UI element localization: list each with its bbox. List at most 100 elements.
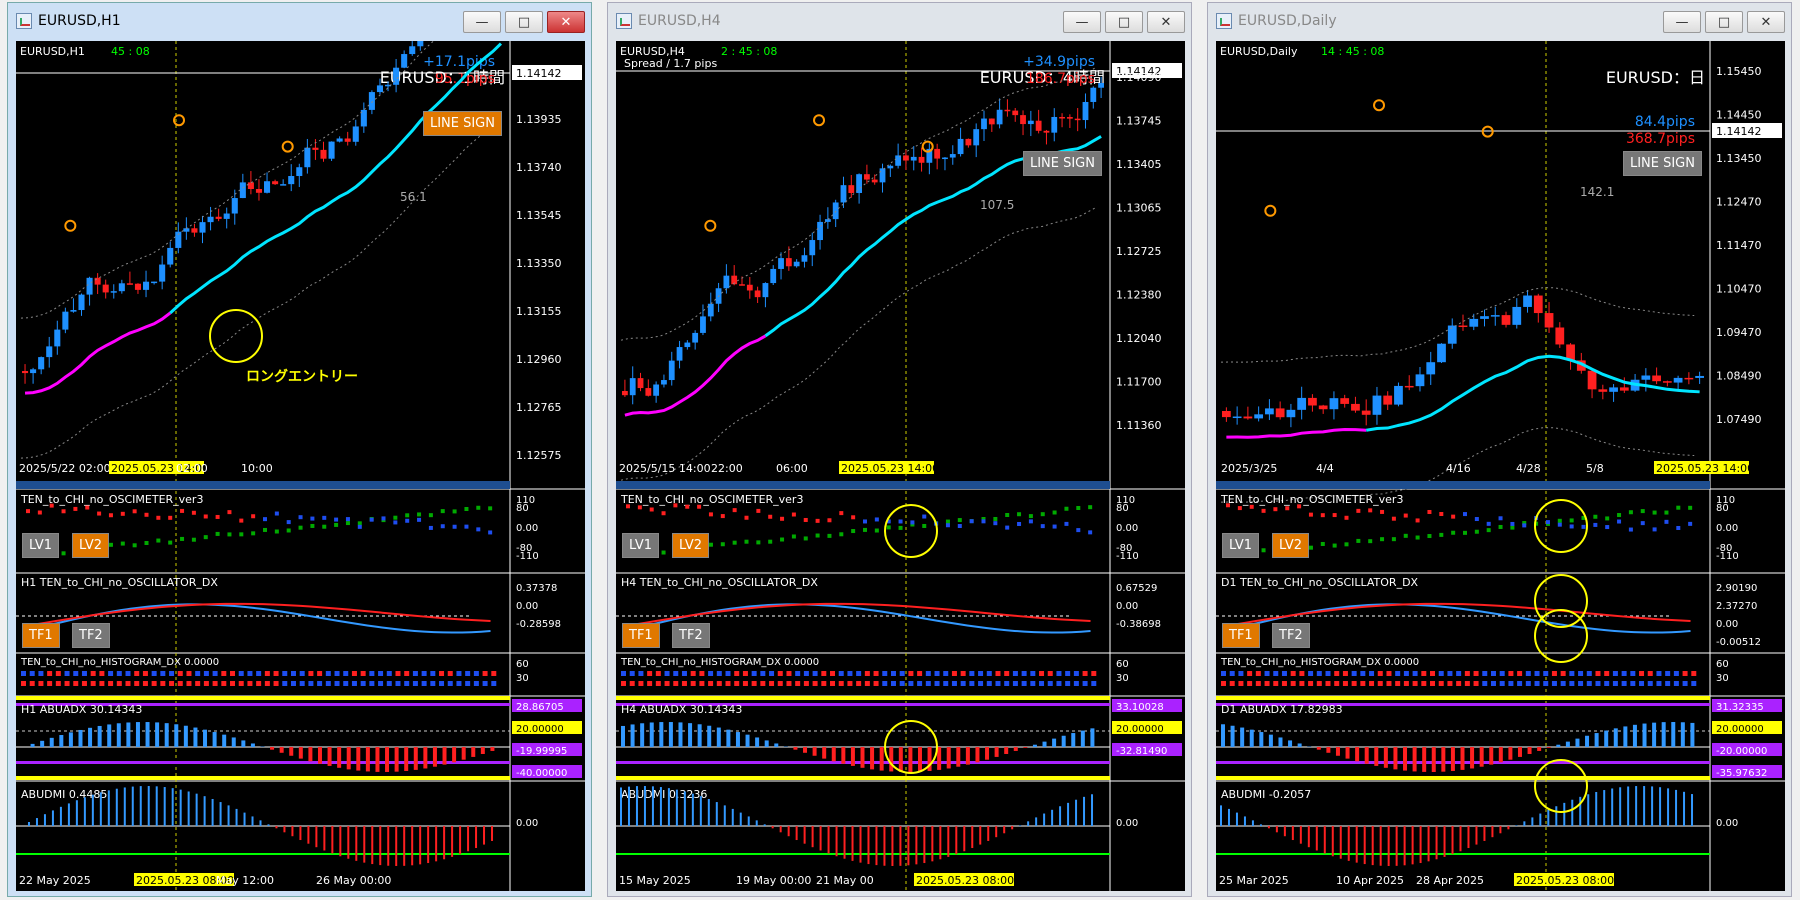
tf2-button[interactable]: TF2 bbox=[672, 623, 710, 648]
window-titlebar[interactable]: EURUSD,H1 — □ ✕ bbox=[8, 3, 591, 39]
osc-dot bbox=[26, 509, 30, 514]
hist-cell bbox=[160, 681, 166, 686]
line-sign-button[interactable]: LINE SIGN bbox=[1022, 151, 1102, 176]
lv1-button[interactable]: LV1 bbox=[1222, 533, 1259, 558]
osc-dot bbox=[803, 536, 808, 541]
chart-window[interactable]: EURUSD,Daily — □ ✕ EURUSD,Daily 14 : 45 :… bbox=[1207, 2, 1792, 897]
hist-cell bbox=[134, 681, 140, 686]
osc-dot bbox=[298, 525, 303, 530]
lv2-button[interactable]: LV2 bbox=[72, 533, 109, 558]
osc-dot bbox=[168, 515, 173, 520]
hist-cell bbox=[1334, 671, 1340, 676]
hist-cell bbox=[699, 671, 705, 676]
dx-scale: 0.00 bbox=[1116, 601, 1138, 612]
window-titlebar[interactable]: EURUSD,H4 — □ ✕ bbox=[608, 3, 1191, 39]
hist-cell bbox=[439, 681, 445, 686]
lv2-button[interactable]: LV2 bbox=[1272, 533, 1309, 558]
chart-area[interactable]: EURUSD,Daily 14 : 45 : 08 EURUSD：日 84.4pips… bbox=[1216, 41, 1785, 891]
candle-body bbox=[739, 284, 745, 286]
osc-dot bbox=[1605, 525, 1610, 530]
hist-cell bbox=[1290, 671, 1296, 676]
tf2-button[interactable]: TF2 bbox=[1272, 623, 1310, 648]
abu-bar bbox=[774, 743, 779, 747]
window-titlebar[interactable]: EURUSD,Daily — □ ✕ bbox=[1208, 3, 1791, 39]
lv1-button[interactable]: LV1 bbox=[622, 533, 659, 558]
abu-title: H4 ABUADX 30.14343 bbox=[621, 703, 742, 716]
close-button[interactable]: ✕ bbox=[547, 11, 585, 33]
candle-body bbox=[996, 109, 1003, 125]
osc-dot bbox=[1427, 534, 1432, 539]
maximize-button[interactable]: □ bbox=[505, 11, 543, 33]
osc-scale: -110 bbox=[1116, 551, 1139, 562]
hist-cell bbox=[734, 671, 740, 676]
dmi-scale: 0.00 bbox=[1716, 818, 1738, 829]
tf1-button[interactable]: TF1 bbox=[22, 623, 60, 648]
time-label: 10 Apr 2025 bbox=[1336, 874, 1404, 887]
lv1-button[interactable]: LV1 bbox=[22, 533, 59, 558]
hist-cell bbox=[742, 681, 748, 686]
abu-bar bbox=[1585, 735, 1590, 747]
minimize-button[interactable]: — bbox=[1063, 11, 1101, 33]
abu-title: D1 ABUADX 17.82983 bbox=[1221, 703, 1343, 716]
hist-cell bbox=[812, 671, 818, 676]
chart-area[interactable]: EURUSD,H4 2 : 45 : 08 Spread / 1.7 pips EUR… bbox=[616, 41, 1185, 891]
abu-bar bbox=[1221, 724, 1225, 747]
osc-scale: -110 bbox=[1716, 551, 1739, 562]
hist-cell bbox=[751, 681, 757, 686]
hist-cell bbox=[21, 671, 26, 676]
price-tick: 1.12960 bbox=[516, 353, 562, 366]
chart-area[interactable]: EURUSD,H1 45 : 08 EURUSD：1時間 +17.1pips 95.1p… bbox=[16, 41, 585, 891]
osc-dot bbox=[132, 543, 137, 548]
close-button[interactable]: ✕ bbox=[1747, 11, 1785, 33]
osc-dot bbox=[1380, 509, 1385, 514]
abu-bar bbox=[1004, 747, 1009, 754]
hist-cell bbox=[351, 671, 357, 676]
hist-cell bbox=[1621, 671, 1627, 676]
osc-dot bbox=[73, 506, 78, 511]
candle-body bbox=[1404, 385, 1414, 388]
tf2-button[interactable]: TF2 bbox=[72, 623, 110, 648]
osc-dot bbox=[1017, 512, 1022, 517]
hist-cell bbox=[664, 671, 670, 676]
hist-cell bbox=[1021, 681, 1027, 686]
hist-cell bbox=[917, 671, 923, 676]
candle-body bbox=[746, 284, 753, 291]
osc-dot bbox=[1486, 528, 1491, 533]
candle-body bbox=[126, 283, 133, 285]
candle-body bbox=[848, 185, 855, 193]
hist-cell bbox=[378, 671, 384, 676]
chart-window[interactable]: EURUSD,H4 — □ ✕ EURUSD,H4 2 : 45 : 08 Spre… bbox=[607, 2, 1192, 897]
osc-dot bbox=[626, 504, 630, 509]
hist-cell bbox=[856, 671, 862, 676]
tf1-button[interactable]: TF1 bbox=[1222, 623, 1260, 648]
hist-cell bbox=[1342, 671, 1348, 676]
hist-cell bbox=[1308, 681, 1314, 686]
hist-cell bbox=[64, 671, 70, 676]
hist-cell bbox=[273, 681, 279, 686]
hist-cell bbox=[1543, 681, 1549, 686]
osc-dot bbox=[1368, 539, 1373, 544]
maximize-button[interactable]: □ bbox=[1105, 11, 1143, 33]
line-sign-button[interactable]: LINE SIGN bbox=[1622, 151, 1702, 176]
hist-cell bbox=[803, 681, 809, 686]
line-sign-button[interactable]: LINE SIGN bbox=[422, 111, 502, 136]
hist-cell bbox=[90, 671, 96, 676]
chart-window[interactable]: EURUSD,H1 — □ ✕ EURUSD,H1 45 : 08 EURUSD：1… bbox=[7, 2, 592, 897]
osc-dot bbox=[1344, 515, 1349, 520]
tf1-button[interactable]: TF1 bbox=[622, 623, 660, 648]
price-tick: 1.13740 bbox=[516, 161, 562, 174]
time-label: May 12:00 bbox=[216, 874, 274, 887]
osc-dot bbox=[780, 516, 785, 521]
close-button[interactable]: ✕ bbox=[1147, 11, 1185, 33]
maximize-button[interactable]: □ bbox=[1705, 11, 1743, 33]
minimize-button[interactable]: — bbox=[463, 11, 501, 33]
lv2-button[interactable]: LV2 bbox=[672, 533, 709, 558]
hist-scale: 30 bbox=[1716, 673, 1729, 684]
hist-cell bbox=[334, 681, 340, 686]
osc-dot bbox=[464, 506, 469, 511]
minimize-button[interactable]: — bbox=[1663, 11, 1701, 33]
candle-body bbox=[296, 167, 303, 177]
osc-title: TEN_to_CHI_no_OSCIMETER_ver3 bbox=[20, 493, 203, 506]
candle-body bbox=[1361, 410, 1371, 415]
candle-body bbox=[1523, 295, 1532, 307]
